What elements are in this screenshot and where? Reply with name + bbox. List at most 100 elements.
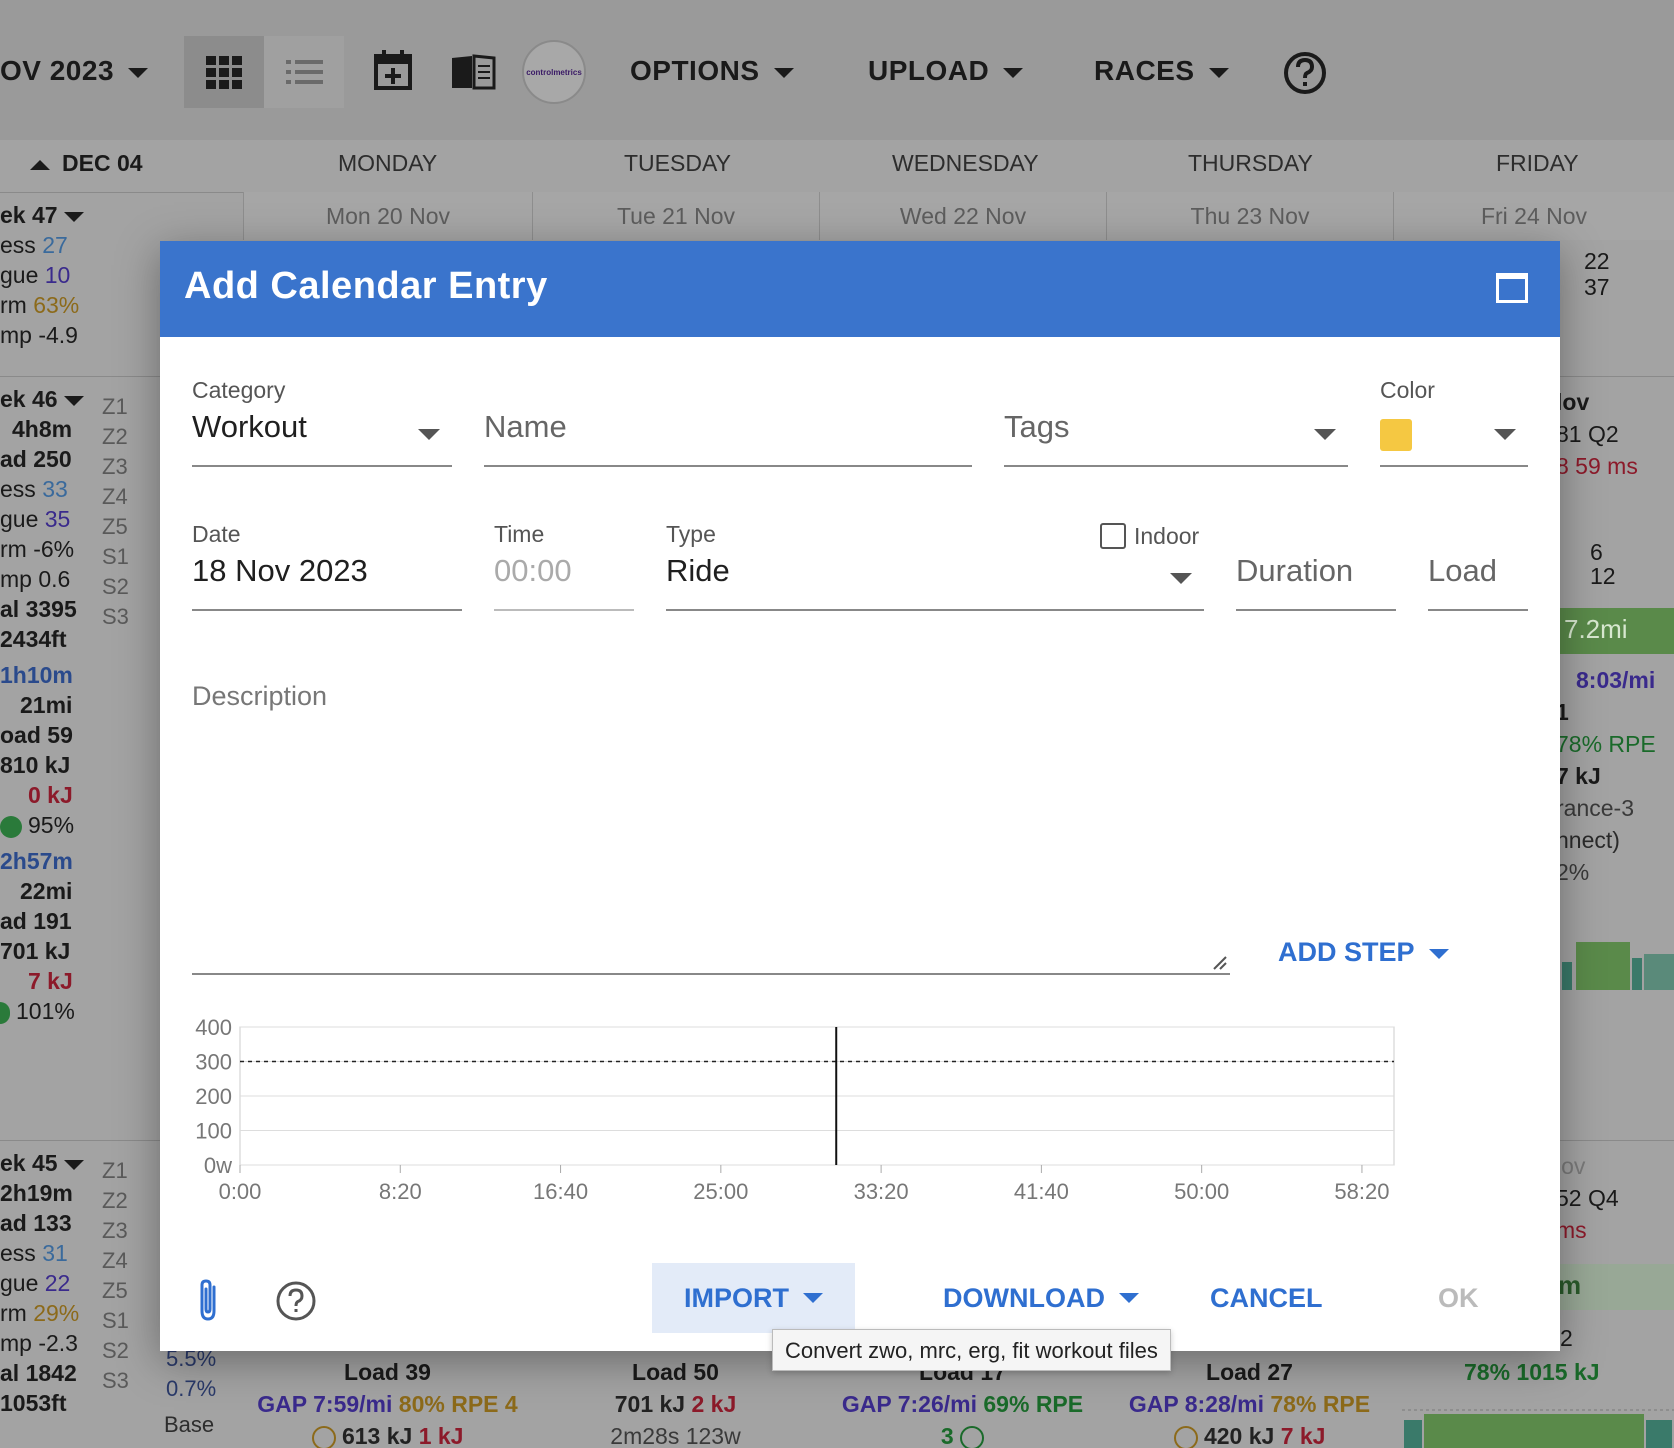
races-menu[interactable]: RACES bbox=[1094, 55, 1229, 87]
chevron-down-icon bbox=[1118, 1293, 1139, 1303]
value: 37 bbox=[1584, 274, 1610, 300]
zone-label: S2 bbox=[102, 1338, 129, 1363]
quality-label: 52 Q4 bbox=[1556, 1185, 1619, 1211]
tags-select[interactable]: Tags bbox=[1004, 377, 1348, 467]
date-label: lov bbox=[1556, 389, 1590, 415]
kj-secondary: 1 kJ bbox=[418, 1423, 464, 1448]
underline bbox=[1236, 609, 1396, 611]
activity-cell[interactable]: Load 39 GAP 7:59/mi 80% RPE 4 613 kJ 1 k… bbox=[243, 1356, 532, 1448]
activity-bar[interactable]: 7.2mi bbox=[1556, 608, 1674, 654]
fitness-row: ess 27 bbox=[0, 230, 84, 260]
grid-view-button[interactable] bbox=[184, 36, 264, 108]
friday-mid-values: 6 12 bbox=[1590, 540, 1616, 588]
x-tick-label: 0:00 bbox=[219, 1179, 262, 1204]
week-label[interactable]: ek 45 bbox=[0, 1148, 84, 1178]
fitness-value: 27 bbox=[42, 232, 68, 258]
form-label: rm bbox=[0, 1300, 34, 1326]
checkbox-box[interactable] bbox=[1100, 523, 1126, 549]
paperclip-icon[interactable] bbox=[192, 1277, 226, 1325]
zone-labels: Z1 Z2 Z3 Z4 Z5 S1 S2 S3 bbox=[102, 1156, 129, 1396]
form-row: rm 63% bbox=[0, 290, 84, 320]
activity-bar[interactable]: m bbox=[1556, 1264, 1674, 1310]
form-value: 29% bbox=[33, 1300, 80, 1326]
list-view-button[interactable] bbox=[264, 36, 344, 108]
upload-menu[interactable]: UPLOAD bbox=[868, 55, 1024, 87]
help-icon[interactable] bbox=[1280, 48, 1330, 98]
calendar-add-icon[interactable] bbox=[368, 46, 418, 96]
zone-label: S1 bbox=[102, 544, 129, 569]
color-select[interactable]: Color bbox=[1380, 377, 1528, 467]
friday-week46: lov 81 Q2 8 59 ms bbox=[1556, 386, 1638, 482]
time-field[interactable]: Time 00:00 bbox=[494, 521, 634, 611]
import-label: IMPORT bbox=[684, 1282, 789, 1313]
date-value: 18 Nov 2023 bbox=[192, 553, 368, 588]
fitness-label: ess bbox=[0, 1240, 43, 1266]
dialog-header: Add Calendar Entry bbox=[160, 241, 1560, 337]
maximize-icon[interactable] bbox=[1496, 273, 1528, 303]
workout-power-chart[interactable]: 400 300 200 100 0w0:00 8:20 16:40 25:00 33:20 41:… bbox=[184, 1015, 1484, 1215]
options-menu[interactable]: OPTIONS bbox=[630, 55, 794, 87]
import-button[interactable]: IMPORT bbox=[652, 1263, 855, 1333]
date-cell[interactable]: Wed 22 Nov bbox=[819, 192, 1106, 240]
zone-label: Z2 bbox=[102, 1188, 128, 1213]
activity-distance: 21mi bbox=[20, 692, 73, 718]
form-value: 63% bbox=[33, 292, 80, 318]
week-label[interactable]: ek 46 bbox=[0, 384, 84, 414]
activity-time: 1h10m bbox=[0, 662, 73, 688]
download-label: DOWNLOAD bbox=[943, 1282, 1105, 1313]
zone-label: Z5 bbox=[102, 514, 128, 539]
source: nnect) bbox=[1556, 827, 1620, 853]
type-value: Ride bbox=[666, 553, 730, 588]
activity-distance: 22mi bbox=[20, 878, 73, 904]
dialog-title: Add Calendar Entry bbox=[184, 265, 548, 307]
date-cell[interactable]: Thu 23 Nov bbox=[1106, 192, 1393, 240]
friday-bottom-chart bbox=[1402, 1408, 1674, 1448]
chevron-down-icon bbox=[128, 67, 149, 78]
chevron-down-icon bbox=[1208, 67, 1229, 78]
week-label[interactable]: ek 47 bbox=[0, 200, 84, 230]
date-field[interactable]: Date 18 Nov 2023 bbox=[192, 521, 462, 611]
help-icon[interactable] bbox=[274, 1279, 318, 1323]
add-step-button[interactable]: ADD STEP bbox=[1278, 937, 1449, 968]
controlmetrics-logo[interactable]: controlmetrics bbox=[522, 40, 586, 104]
download-button[interactable]: DOWNLOAD bbox=[943, 1263, 1139, 1333]
cancel-button[interactable]: CANCEL bbox=[1210, 1263, 1323, 1333]
date-cell[interactable]: Mon 20 Nov bbox=[243, 192, 532, 240]
tags-placeholder: Tags bbox=[1004, 409, 1070, 444]
category-select[interactable]: Category Workout bbox=[192, 377, 452, 467]
load-input[interactable]: Load bbox=[1428, 521, 1528, 611]
time-value: 00:00 bbox=[494, 553, 572, 588]
zone-label: S3 bbox=[102, 604, 129, 629]
date-cell[interactable]: Fri 24 Nov bbox=[1393, 192, 1674, 240]
kj: 613 kJ bbox=[341, 1423, 413, 1448]
y-tick-label: 0w bbox=[204, 1153, 232, 1178]
activity-distance: 7.2mi bbox=[1564, 614, 1628, 644]
date-label: Date bbox=[192, 521, 241, 547]
activity-time: 2h57m bbox=[0, 848, 73, 874]
month-selector[interactable]: OV 2023 bbox=[0, 55, 149, 87]
description-placeholder: Description bbox=[192, 681, 328, 711]
underline bbox=[1004, 465, 1348, 467]
value: 12 bbox=[1590, 563, 1616, 589]
fatigue-row: gue 22 bbox=[0, 1268, 84, 1298]
week-45-summary: ek 45 2h19m ad 133 ess 31 gue 22 rm 29% … bbox=[0, 1148, 84, 1418]
week-46-summary: ek 46 4h8m ad 250 ess 33 gue 35 rm -6% m… bbox=[0, 384, 84, 1026]
week-label-text: ek 46 bbox=[0, 386, 58, 412]
friday-activity: 8:03/mi 1 78% RPE 7 kJ rance-3 nnect) 2% bbox=[1556, 664, 1656, 888]
kj-secondary: 7 kJ bbox=[1280, 1423, 1326, 1448]
week-toggle[interactable]: DEC 04 bbox=[30, 150, 143, 177]
ok-button[interactable]: OK bbox=[1438, 1263, 1479, 1333]
duration-input[interactable]: Duration bbox=[1236, 521, 1396, 611]
activity-percent-value: 101% bbox=[16, 998, 75, 1024]
activity-percent: 95% bbox=[0, 810, 84, 840]
name-input[interactable]: Name bbox=[484, 377, 972, 467]
resize-handle-icon[interactable] bbox=[1212, 955, 1228, 971]
kj-secondary: 2 kJ bbox=[691, 1391, 737, 1417]
date-cell[interactable]: Tue 21 Nov bbox=[532, 192, 819, 240]
book-icon[interactable] bbox=[448, 46, 498, 96]
friday-week45: lov 52 Q4 ms bbox=[1556, 1150, 1619, 1246]
description-textarea[interactable]: Description bbox=[192, 669, 1230, 975]
week-time: 4h8m bbox=[12, 416, 73, 442]
fatigue-row: gue 35 bbox=[0, 504, 84, 534]
chevron-down-icon bbox=[1428, 948, 1449, 959]
